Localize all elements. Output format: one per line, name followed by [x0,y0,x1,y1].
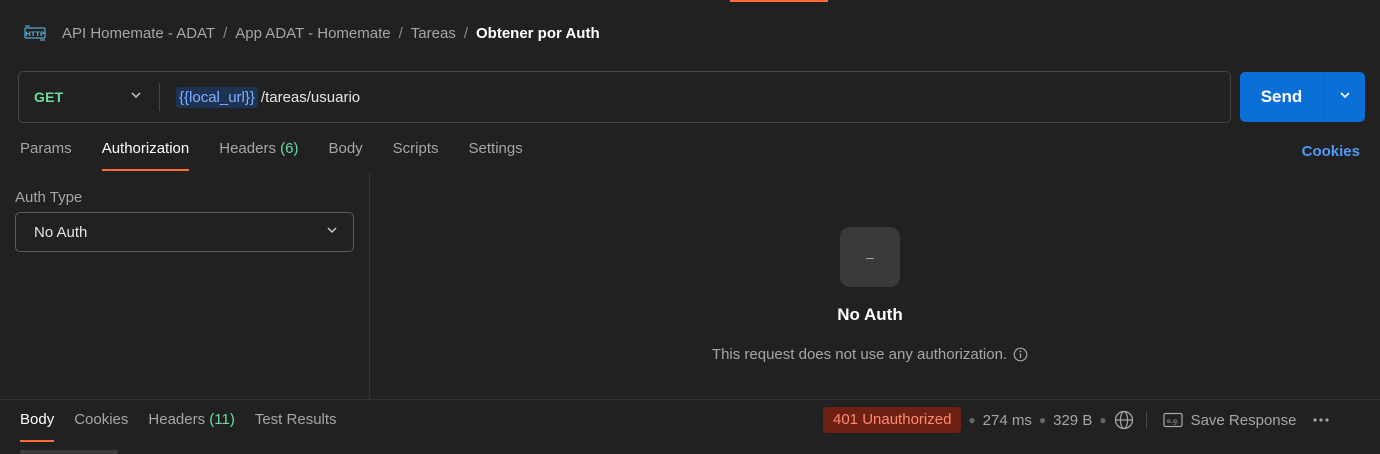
auth-type-label: Auth Type [15,189,83,206]
breadcrumb-collection[interactable]: API Homemate - ADAT [62,25,215,42]
auth-empty-state: – No Auth This request does not use any … [371,172,1380,399]
globe-icon[interactable] [1114,410,1134,430]
auth-settings-panel: Auth Type No Auth [0,172,370,399]
chevron-down-icon [325,223,339,241]
no-auth-icon: – [840,227,900,287]
breadcrumb-separator: / [463,24,468,42]
chevron-down-icon [1338,88,1352,107]
tab-headers-count: (6) [280,140,299,157]
auth-type-value: No Auth [34,223,88,241]
empty-state-title: No Auth [837,305,903,324]
empty-state-description: This request does not use any authorizat… [371,346,1369,363]
separator-dot: ● [968,413,976,427]
status-badge[interactable]: 401 Unauthorized [823,407,962,433]
auth-type-select[interactable]: No Auth [15,212,354,252]
response-bar: Body Cookies Headers (11) Test Results 4… [0,399,1380,454]
response-tab-test-results[interactable]: Test Results [255,411,337,443]
tab-body[interactable]: Body [328,140,362,172]
response-tab-headers-count: (11) [209,411,235,428]
response-tabs: Body Cookies Headers (11) Test Results [20,411,357,443]
response-size[interactable]: 329 B [1053,412,1092,429]
chevron-down-icon [129,88,143,107]
http-icon: HTTP [24,22,46,44]
send-options-button[interactable] [1324,72,1365,122]
active-tab-accent [730,0,828,2]
empty-state-text: This request does not use any authorizat… [711,346,1008,363]
breadcrumb-folder[interactable]: App ADAT - Homemate [235,25,390,42]
divider [1145,411,1147,429]
url-variable[interactable]: {{local_url}} [176,86,258,108]
request-name[interactable]: Obtener por Auth [476,25,600,42]
response-time[interactable]: 274 ms [983,412,1032,429]
tab-scripts[interactable]: Scripts [393,140,439,172]
example-icon: e.g. [1162,412,1183,428]
tab-headers-label: Headers [219,140,276,157]
separator-dot: ● [1099,413,1107,427]
url-input[interactable]: {{local_url}} /tareas/usuario [160,72,1230,122]
response-tab-headers-label: Headers [148,411,206,428]
tab-headers[interactable]: Headers (6) [219,140,298,172]
breadcrumb-separator: / [398,24,403,42]
svg-text:e.g.: e.g. [1166,417,1178,425]
method-label: GET [34,89,64,105]
response-meta: 401 Unauthorized ● 274 ms ● 329 B ● e.g.… [823,407,1330,433]
svg-text:HTTP: HTTP [25,30,44,38]
response-tab-body[interactable]: Body [20,411,55,443]
separator-dot: ● [1038,413,1047,427]
send-button[interactable]: Send [1240,72,1324,122]
save-response-label: Save Response [1190,411,1297,429]
url-path: /tareas/usuario [260,88,361,106]
tab-authorization[interactable]: Authorization [101,140,189,172]
breadcrumb: HTTP API Homemate - ADAT / App ADAT - Ho… [24,20,600,46]
breadcrumb-separator: / [223,24,228,42]
send-button-group: Send [1240,72,1365,122]
response-tab-headers[interactable]: Headers (11) [148,411,234,443]
info-icon[interactable] [1013,347,1028,362]
response-tab-cookies[interactable]: Cookies [74,411,128,443]
tab-settings[interactable]: Settings [469,140,523,172]
tab-params[interactable]: Params [20,140,72,172]
response-body-toolbar-hint [20,450,118,454]
cookies-link[interactable]: Cookies [1302,143,1360,160]
breadcrumb-subfolder[interactable]: Tareas [411,25,456,42]
request-tabs: Params Authorization Headers (6) Body Sc… [20,140,553,172]
method-select[interactable]: GET [19,72,159,122]
more-options-icon[interactable] [1312,417,1330,423]
url-bar: GET {{local_url}} /tareas/usuario [18,71,1231,123]
save-response-button[interactable]: e.g. Save Response [1162,411,1297,429]
